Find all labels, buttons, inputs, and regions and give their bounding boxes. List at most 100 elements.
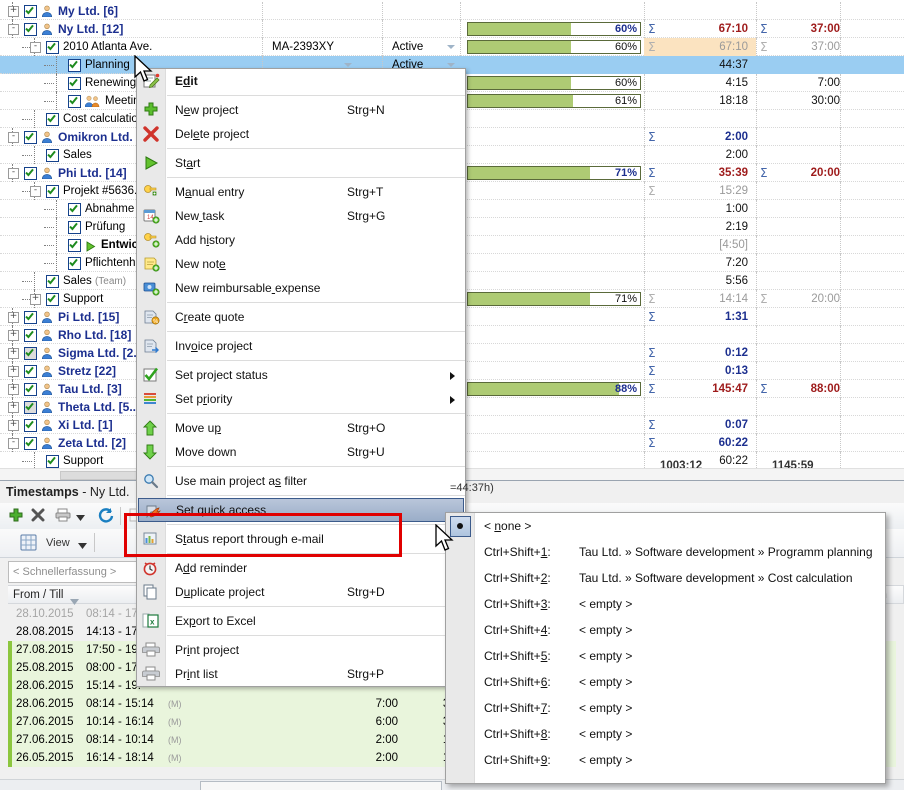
progress-bar: 88% <box>467 382 641 396</box>
tree-expander[interactable]: + <box>8 330 19 341</box>
menu-item-print-project[interactable]: Print project <box>137 638 465 662</box>
menu-item-new-note[interactable]: New note <box>137 252 465 276</box>
tree-expander[interactable]: - <box>8 132 19 143</box>
status-dropdown-icon[interactable] <box>447 63 455 67</box>
menu-item-print-list[interactable]: Print listStrg+P <box>137 662 465 686</box>
tree-row-number: MA-2393XY <box>272 38 334 56</box>
tree-checkbox[interactable] <box>24 311 37 324</box>
tree-checkbox[interactable] <box>68 77 81 90</box>
quick-access-slot[interactable]: Ctrl+Shift+6:< empty > <box>446 669 885 695</box>
tree-checkbox[interactable] <box>68 239 81 252</box>
project-context-menu[interactable]: Edit New projectStrg+NDelete project Start… <box>136 68 466 687</box>
tree-expander[interactable]: - <box>30 42 41 53</box>
timestamp-range: 10:14 - 16:14 <box>86 713 154 731</box>
tree-checkbox[interactable] <box>24 167 37 180</box>
tree-checkbox[interactable] <box>68 203 81 216</box>
view-dropdown-icon[interactable] <box>78 540 87 552</box>
menu-item-new-reimbursable-expense[interactable]: New reimbursable expense <box>137 276 465 300</box>
quick-access-slot[interactable]: Ctrl+Shift+2:Tau Ltd. » Software develop… <box>446 565 885 591</box>
tree-expander[interactable]: + <box>8 384 19 395</box>
tree-checkbox[interactable] <box>46 293 59 306</box>
tree-checkbox[interactable] <box>68 59 81 72</box>
tree-expander[interactable]: - <box>8 24 19 35</box>
tree-row[interactable]: -2010 Atlanta Ave.MA-2393XYActive60%Σ67:… <box>0 38 904 56</box>
tree-expander[interactable]: + <box>8 348 19 359</box>
tree-expander[interactable]: - <box>8 168 19 179</box>
menu-item-set-priority[interactable]: Set priority <box>137 387 465 411</box>
tree-row-label: Sales <box>63 146 92 164</box>
menu-item-new-project[interactable]: New projectStrg+N <box>137 98 465 122</box>
tree-checkbox[interactable] <box>46 275 59 288</box>
tree-expander[interactable]: + <box>8 420 19 431</box>
person-icon <box>41 5 53 17</box>
menu-item-use-main-project-as-filter[interactable]: Use main project as filter <box>137 469 465 493</box>
quick-access-slot[interactable]: Ctrl+Shift+5:< empty > <box>446 643 885 669</box>
tree-checkbox[interactable] <box>46 149 59 162</box>
timestamp-date: 27.06.2015 <box>16 731 74 749</box>
column-header-from-till-label: From / Till <box>13 589 63 601</box>
tree-checkbox[interactable] <box>68 257 81 270</box>
menu-item-move-up[interactable]: Move upStrg+O <box>137 416 465 440</box>
tree-row-label: Planning <box>85 56 130 74</box>
tree-expander[interactable]: + <box>8 6 19 17</box>
tree-checkbox[interactable] <box>24 131 37 144</box>
tree-expander[interactable]: - <box>30 186 41 197</box>
tree-checkbox[interactable] <box>68 221 81 234</box>
quick-access-slot[interactable]: Ctrl+Shift+4:< empty > <box>446 617 885 643</box>
quick-access-slot[interactable]: Ctrl+Shift+8:< empty > <box>446 721 885 747</box>
tree-row[interactable]: -Ny Ltd. [12]60%Σ67:10Σ37:00 <box>0 20 904 38</box>
quick-access-submenu[interactable]: < none >Ctrl+Shift+1:Tau Ltd. » Software… <box>445 512 886 784</box>
menu-item-export-to-excel[interactable]: xExport to Excel <box>137 609 465 633</box>
tree-expander[interactable]: + <box>30 294 41 305</box>
tree-expander[interactable]: - <box>8 438 19 449</box>
menu-item-new-task[interactable]: 14New taskStrg+G <box>137 204 465 228</box>
quick-access-slot[interactable]: Ctrl+Shift+7:< empty > <box>446 695 885 721</box>
tree-row[interactable]: +My Ltd. [6] <box>0 2 904 20</box>
submenu-items[interactable]: < none >Ctrl+Shift+1:Tau Ltd. » Software… <box>446 513 885 773</box>
menu-item-set-project-status[interactable]: Set project status <box>137 363 465 387</box>
menu-item-add-reminder[interactable]: Add reminder <box>137 556 465 580</box>
tree-checkbox[interactable] <box>24 365 37 378</box>
status-dropdown-icon[interactable] <box>447 45 455 49</box>
tree-checkbox[interactable] <box>24 383 37 396</box>
menu-item-duplicate-project[interactable]: Duplicate projectStrg+D <box>137 580 465 604</box>
menu-item-add-history[interactable]: Add history <box>137 228 465 252</box>
quick-access-slot[interactable]: Ctrl+Shift+1:Tau Ltd. » Software develop… <box>446 539 885 565</box>
bottom-tab-stub[interactable] <box>200 781 442 790</box>
menu-item-label: Invoice project <box>175 339 252 353</box>
refresh-button[interactable] <box>98 507 114 525</box>
tree-checkbox[interactable] <box>24 419 37 432</box>
menu-item-create-quote[interactable]: %Create quote <box>137 305 465 329</box>
print-button[interactable] <box>54 507 72 525</box>
tree-checkbox[interactable] <box>24 401 37 414</box>
tree-row-label: Prüfung <box>85 218 125 236</box>
delete-timestamp-button[interactable] <box>30 507 46 525</box>
tree-expander[interactable]: + <box>8 402 19 413</box>
quick-access-slot[interactable]: Ctrl+Shift+3:< empty > <box>446 591 885 617</box>
status-dropdown-icon[interactable] <box>344 63 352 67</box>
menu-item-delete-project[interactable]: Delete project <box>137 122 465 146</box>
context-menu-items[interactable]: Edit New projectStrg+NDelete project Start… <box>137 69 465 686</box>
tree-checkbox[interactable] <box>24 329 37 342</box>
menu-item-edit[interactable]: Edit <box>137 69 465 93</box>
view-button-label[interactable]: View <box>42 533 74 553</box>
menu-item-start[interactable]: Start <box>137 151 465 175</box>
tree-checkbox[interactable] <box>68 95 81 108</box>
print-dropdown-icon[interactable] <box>76 512 85 530</box>
quick-access-slot[interactable]: Ctrl+Shift+9:< empty > <box>446 747 885 773</box>
add-timestamp-button[interactable] <box>8 507 24 525</box>
tree-checkbox[interactable] <box>46 113 59 126</box>
tree-expander[interactable]: + <box>8 366 19 377</box>
quick-access-slot[interactable]: < none > <box>446 513 885 539</box>
tree-checkbox[interactable] <box>24 5 37 18</box>
tree-checkbox[interactable] <box>24 437 37 450</box>
menu-item-manual-entry[interactable]: Manual entryStrg+T <box>137 180 465 204</box>
tree-checkbox[interactable] <box>24 23 37 36</box>
tree-expander[interactable]: + <box>8 312 19 323</box>
sum-sigma-icon: Σ <box>760 290 768 308</box>
tree-checkbox[interactable] <box>24 347 37 360</box>
tree-checkbox[interactable] <box>46 185 59 198</box>
menu-item-move-down[interactable]: Move downStrg+U <box>137 440 465 464</box>
tree-checkbox[interactable] <box>46 41 59 54</box>
menu-item-invoice-project[interactable]: Invoice project <box>137 334 465 358</box>
